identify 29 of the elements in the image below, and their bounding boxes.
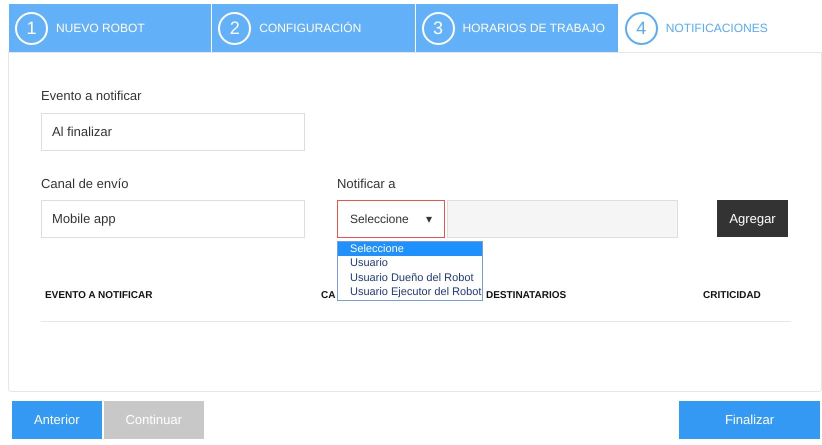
step-tab[interactable]: 1 NUEVO ROBOT xyxy=(9,4,212,52)
channel-field[interactable]: Mobile app xyxy=(41,200,305,238)
field-label: Notificar a xyxy=(337,174,397,192)
dropdown-option[interactable]: Seleccione xyxy=(338,242,482,256)
recipient-input[interactable] xyxy=(447,200,678,238)
finish-button[interactable]: Finalizar xyxy=(679,401,820,439)
step-number: 2 xyxy=(218,12,252,44)
recipient-select[interactable]: Seleccione ▾ xyxy=(337,200,445,238)
step-label: CONFIGURACIÓN xyxy=(259,20,362,37)
column-header: DESTINATARIOS xyxy=(486,289,566,303)
step-tab[interactable]: 3 HORARIOS DE TRABAJO xyxy=(416,4,618,52)
event-field[interactable]: Al finalizar xyxy=(41,112,305,150)
step-number: 4 xyxy=(624,12,658,44)
dropdown-option[interactable]: Usuario Dueño del Robot xyxy=(338,270,482,285)
field-label: Evento a notificar xyxy=(41,87,142,105)
column-header: CA xyxy=(321,289,336,303)
column-header: CRITICIDAD xyxy=(703,289,761,303)
column-header: EVENTO A NOTIFICAR xyxy=(45,289,152,303)
dropdown-option[interactable]: Usuario xyxy=(338,256,482,270)
step-label: HORARIOS DE TRABAJO xyxy=(462,20,605,37)
back-button[interactable]: Anterior xyxy=(12,401,102,439)
field-label: Canal de envío xyxy=(41,174,130,192)
step-label: NUEVO ROBOT xyxy=(56,20,145,37)
step-label: NOTIFICACIONES xyxy=(666,20,768,37)
step-number: 3 xyxy=(422,12,454,44)
dropdown-option[interactable]: Usuario Ejecutor del Robot xyxy=(338,285,482,300)
step-number: 1 xyxy=(15,12,48,44)
step-tab[interactable]: 2 CONFIGURACIÓN xyxy=(212,4,414,52)
add-button[interactable]: Agregar xyxy=(717,200,788,237)
